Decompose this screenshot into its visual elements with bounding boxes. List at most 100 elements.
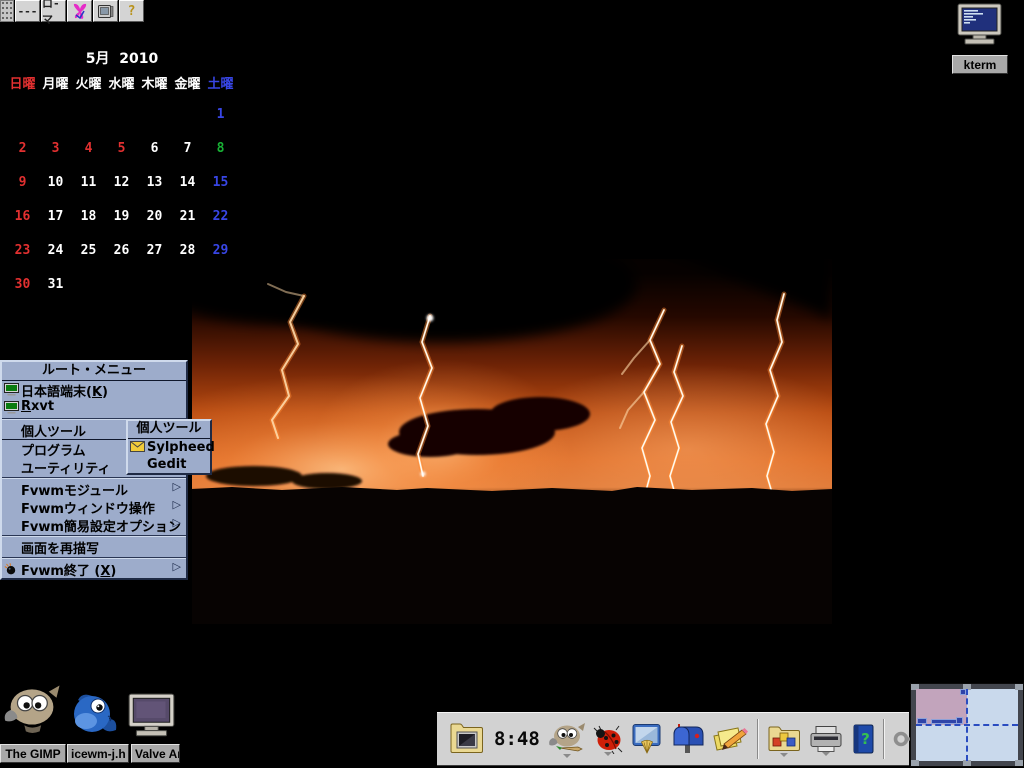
desktop-icon-label: The GIMP bbox=[0, 744, 66, 763]
gimp-big-icon bbox=[2, 721, 62, 740]
calendar-date: 26 bbox=[105, 243, 138, 258]
root-menu-item[interactable]: 日本語端末(K) bbox=[2, 381, 186, 399]
calendar-week-row: 2345678 bbox=[6, 141, 238, 175]
root-menu-item-label: 日本語端末(K) bbox=[21, 385, 108, 400]
root-menu-item-label: Rxvt bbox=[21, 399, 54, 414]
kterm-monitor-icon bbox=[955, 32, 1005, 51]
submenu-title: 個人ツール bbox=[128, 421, 210, 439]
submenu-items: SylpheedGedit bbox=[128, 439, 210, 473]
root-menu-separator bbox=[2, 557, 186, 559]
calendar-date: 28 bbox=[171, 243, 204, 258]
desktop-icon-icewm-j-h[interactable]: icewm-j.h bbox=[68, 690, 120, 742]
desktop-icon-label: Valve Am bbox=[131, 744, 180, 763]
mail-icon bbox=[130, 441, 145, 452]
submenu-item[interactable]: Sylpheed bbox=[128, 439, 210, 456]
helpbook-icon: ? bbox=[850, 723, 876, 755]
submenu-arrow-icon: ▷ bbox=[173, 480, 181, 493]
wallpaper-photo bbox=[192, 144, 832, 624]
root-menu-separator bbox=[2, 535, 186, 537]
top-toolbar: ---ロ-マ? bbox=[0, 0, 144, 22]
calendar: 5月 2010 日曜月曜火曜水曜木曜金曜土曜 12345678910111213… bbox=[6, 48, 238, 311]
window-shell-button[interactable] bbox=[627, 723, 667, 755]
monitor-valve-icon bbox=[126, 725, 178, 744]
monitor-kterm-icon bbox=[955, 3, 1005, 47]
taskbar-clock: 8:48 bbox=[489, 728, 545, 750]
toolbar-buttons: ---ロ-マ? bbox=[14, 0, 144, 22]
pager-window[interactable] bbox=[931, 719, 957, 724]
root-menu-item-label: プログラム bbox=[21, 444, 86, 459]
calendar-date: 7 bbox=[171, 141, 204, 156]
ladybug-button[interactable] bbox=[589, 724, 627, 754]
help-button[interactable]: ? bbox=[119, 0, 144, 22]
pager-window[interactable] bbox=[956, 717, 963, 724]
notes-button[interactable] bbox=[709, 724, 753, 754]
calendar-date: 5 bbox=[105, 141, 138, 156]
calendar-week-row: 9101112131415 bbox=[6, 175, 238, 209]
calendar-date: 23 bbox=[6, 243, 39, 258]
calendar-date: 4 bbox=[72, 141, 105, 156]
gimp-button[interactable] bbox=[545, 722, 589, 756]
calendar-day-headers: 日曜月曜火曜水曜木曜金曜土曜 bbox=[6, 73, 238, 89]
pager-window[interactable] bbox=[917, 718, 927, 724]
svg-text:?: ? bbox=[861, 730, 870, 748]
taskbar-separator bbox=[757, 719, 759, 759]
bomb-icon bbox=[4, 562, 17, 575]
root-menu-item-label: 画面を再描写 bbox=[21, 542, 99, 557]
taskbar: 8:48? bbox=[437, 712, 909, 766]
pager-page-3[interactable] bbox=[967, 725, 1018, 761]
desktop-icon-valve-am[interactable]: Valve Am bbox=[126, 692, 178, 744]
kterm-icon[interactable]: kterm bbox=[951, 3, 1009, 74]
lightning-photo bbox=[192, 144, 832, 624]
input-mode-button[interactable]: ロ-マ bbox=[41, 0, 66, 22]
submenu-arrow-icon: ▷ bbox=[173, 498, 181, 511]
pager bbox=[911, 684, 1023, 766]
help-button-label: ? bbox=[128, 4, 136, 19]
root-menu-separator bbox=[2, 477, 186, 479]
butterfly-button[interactable] bbox=[67, 0, 92, 22]
window-shell-icon bbox=[630, 723, 664, 755]
root-menu-item[interactable]: Fvwm簡易設定オプション▷ bbox=[2, 516, 186, 534]
dashes-button[interactable]: --- bbox=[15, 0, 40, 22]
root-menu-item[interactable]: 画面を再描写 bbox=[2, 538, 186, 556]
root-menu-item[interactable]: Rxvt bbox=[2, 399, 186, 417]
mailbox-button[interactable] bbox=[667, 723, 709, 755]
pager-page-2[interactable] bbox=[916, 725, 967, 761]
calendar-date: 2 bbox=[6, 141, 39, 156]
calendar-day-header: 火曜 bbox=[72, 73, 105, 92]
calendar-date: 16 bbox=[6, 209, 39, 224]
pager-page-1[interactable] bbox=[967, 689, 1018, 725]
packages-button[interactable] bbox=[763, 723, 805, 755]
calendar-date: 20 bbox=[138, 209, 171, 224]
calendar-day-header: 日曜 bbox=[6, 73, 39, 92]
notes-icon bbox=[712, 724, 750, 754]
butterfly-icon bbox=[71, 3, 89, 20]
root-menu-items: 日本語端末(K)Rxvt個人ツールプログラムユーティリティFvwmモジュール▷F… bbox=[2, 381, 186, 578]
calendar-date: 17 bbox=[39, 209, 72, 224]
bluefish-icon bbox=[68, 723, 120, 742]
calendar-date: 9 bbox=[6, 175, 39, 190]
taskbar-separator bbox=[883, 719, 885, 759]
dictionary-button[interactable] bbox=[93, 0, 118, 22]
root-menu-item-label: Fvwmモジュール bbox=[21, 484, 128, 499]
pager-window[interactable] bbox=[960, 689, 966, 695]
helpbook-button[interactable]: ? bbox=[847, 723, 879, 755]
root-menu-title: ルート・メニュー bbox=[2, 362, 186, 381]
calendar-week-row: 16171819202122 bbox=[6, 209, 238, 243]
calendar-date: 10 bbox=[39, 175, 72, 190]
printer-button[interactable] bbox=[805, 724, 847, 754]
root-menu-item[interactable]: Fvwm終了 (X)▷ bbox=[2, 560, 186, 578]
dashes-button-label: --- bbox=[18, 5, 38, 18]
calendar-date: 6 bbox=[138, 141, 171, 156]
calendar-weeks: 1234567891011121314151617181920212223242… bbox=[6, 107, 238, 311]
calendar-date: 15 bbox=[204, 175, 237, 190]
folder-display-button[interactable] bbox=[445, 721, 489, 757]
taskbar-icons: 8:48? bbox=[445, 719, 961, 759]
root-menu-item[interactable]: Fvwmモジュール ▷ bbox=[2, 480, 186, 498]
submenu-item[interactable]: Gedit bbox=[128, 456, 210, 473]
calendar-date: 24 bbox=[39, 243, 72, 258]
calendar-day-header: 水曜 bbox=[105, 73, 138, 92]
root-menu-item[interactable]: Fvwmウィンドウ操作▷ bbox=[2, 498, 186, 516]
toolbar-grip[interactable] bbox=[0, 0, 14, 22]
calendar-date: 11 bbox=[72, 175, 105, 190]
desktop-icon-the-gimp[interactable]: The GIMP bbox=[2, 684, 62, 740]
